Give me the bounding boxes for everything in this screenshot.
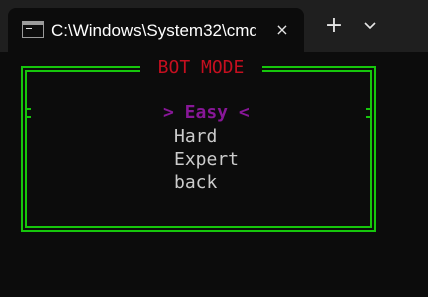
menu-item-back[interactable]: back <box>174 171 217 195</box>
menu-title: BOT MODE <box>140 55 262 81</box>
console-icon <box>22 21 44 38</box>
menu-item-expert[interactable]: Expert <box>174 148 239 172</box>
terminal-tab[interactable]: C:\Windows\System32\cmd.e × <box>8 8 304 52</box>
chevron-down-icon <box>364 22 376 30</box>
title-bar: C:\Windows\System32\cmd.e × + <box>0 0 428 52</box>
frame-right-tick <box>366 108 372 118</box>
tab-dropdown-button[interactable] <box>356 12 384 40</box>
frame-left-tick <box>25 108 31 118</box>
tab-title: C:\Windows\System32\cmd.e <box>51 21 256 40</box>
menu-item-hard[interactable]: Hard <box>174 125 217 149</box>
menu-item-easy[interactable]: > Easy < <box>163 101 250 125</box>
new-tab-button[interactable]: + <box>320 12 348 40</box>
close-tab-button[interactable]: × <box>270 18 294 42</box>
